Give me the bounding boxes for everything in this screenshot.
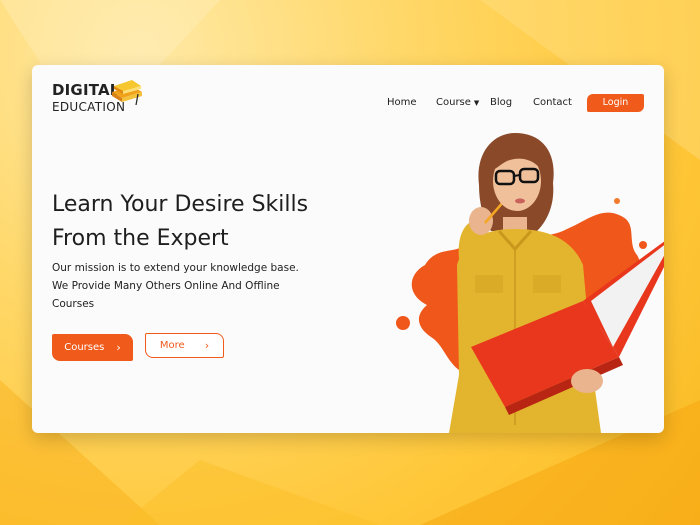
description-line-1: Our mission is to extend your knowledge … — [52, 262, 299, 274]
nav-course-label: Course — [436, 97, 471, 108]
nav-course[interactable]: Course ▼ — [436, 97, 479, 108]
chevron-right-icon: › — [116, 341, 121, 354]
logo[interactable]: DIGITAL EDUCATION — [52, 80, 162, 121]
more-button[interactable]: More › — [145, 333, 224, 358]
nav-contact[interactable]: Contact — [533, 97, 572, 108]
courses-button[interactable]: Courses › — [52, 334, 133, 361]
login-button[interactable]: Login — [587, 94, 644, 112]
more-button-label: More — [159, 340, 185, 351]
hero-headline: Learn Your Desire Skills From the Expert — [52, 188, 362, 256]
hero-description: Our mission is to extend your knowledge … — [52, 259, 342, 313]
landing-card: DIGITAL EDUCATION Home Course ▼ Blog Cont… — [32, 65, 664, 433]
nav-blog[interactable]: Blog — [490, 97, 512, 108]
chevron-right-icon: › — [204, 339, 210, 352]
description-line-2: We Provide Many Others Online And Offlin… — [52, 280, 280, 292]
headline-line-2: From the Expert — [52, 226, 229, 251]
book-stack-icon — [112, 80, 142, 106]
hero-student-illustration — [396, 133, 664, 433]
description-line-3: Courses — [52, 298, 95, 310]
headline-line-1: Learn Your Desire Skills — [52, 192, 309, 217]
chevron-down-icon: ▼ — [473, 99, 480, 107]
courses-button-label: Courses — [64, 342, 105, 353]
nav-home[interactable]: Home — [387, 97, 417, 108]
